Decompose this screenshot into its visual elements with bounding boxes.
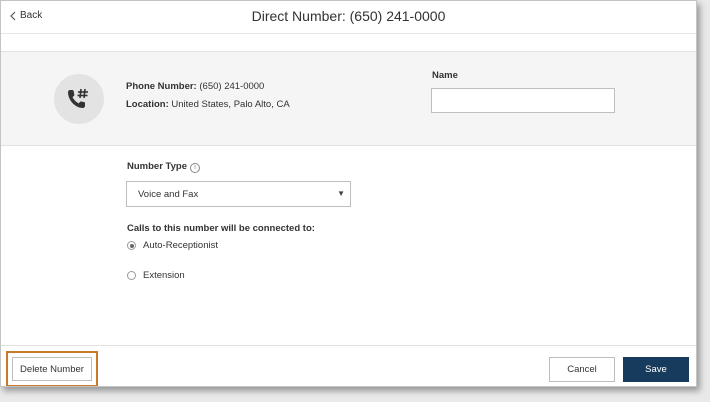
phone-number-value: (650) 241-0000 [199, 81, 265, 92]
radio-button-selected[interactable] [127, 241, 136, 250]
page-title: Direct Number: (650) 241-0000 [251, 8, 446, 24]
radio-label: Auto-Receptionist [143, 240, 218, 251]
caret-down-icon: ▼ [337, 189, 345, 198]
location-line: Location: United States, Palo Alto, CA [126, 99, 290, 110]
radio-extension[interactable]: Extension [127, 270, 185, 281]
cancel-button[interactable]: Cancel [549, 357, 615, 382]
routing-label: Calls to this number will be connected t… [127, 223, 315, 234]
location-label: Location: [126, 99, 169, 110]
radio-auto-receptionist[interactable]: Auto-Receptionist [127, 240, 218, 251]
direct-number-dialog: Back Direct Number: (650) 241-0000 Phone… [0, 0, 697, 387]
radio-button[interactable] [127, 271, 136, 280]
number-type-value: Voice and Fax [138, 189, 199, 200]
dialog-header: Back Direct Number: (650) 241-0000 [1, 1, 696, 33]
footer-divider [1, 345, 696, 346]
delete-number-button[interactable]: Delete Number [12, 357, 92, 381]
phone-hash-icon [54, 74, 104, 124]
info-icon[interactable]: i [190, 163, 201, 173]
name-label: Name [432, 70, 458, 81]
delete-highlight-outline: Delete Number [6, 351, 98, 386]
name-input[interactable] [431, 88, 615, 113]
save-button[interactable]: Save [623, 357, 689, 382]
radio-label: Extension [143, 270, 185, 281]
number-type-label-row: Number Type i [127, 161, 201, 173]
phone-number-label: Phone Number: [126, 81, 197, 92]
location-value: United States, Palo Alto, CA [171, 99, 290, 110]
number-type-label: Number Type [127, 161, 188, 172]
number-summary-panel: Phone Number: (650) 241-0000 Location: U… [1, 51, 696, 146]
phone-number-line: Phone Number: (650) 241-0000 [126, 81, 264, 92]
number-type-select[interactable]: Voice and Fax ▼ [126, 181, 351, 207]
divider [1, 33, 696, 34]
